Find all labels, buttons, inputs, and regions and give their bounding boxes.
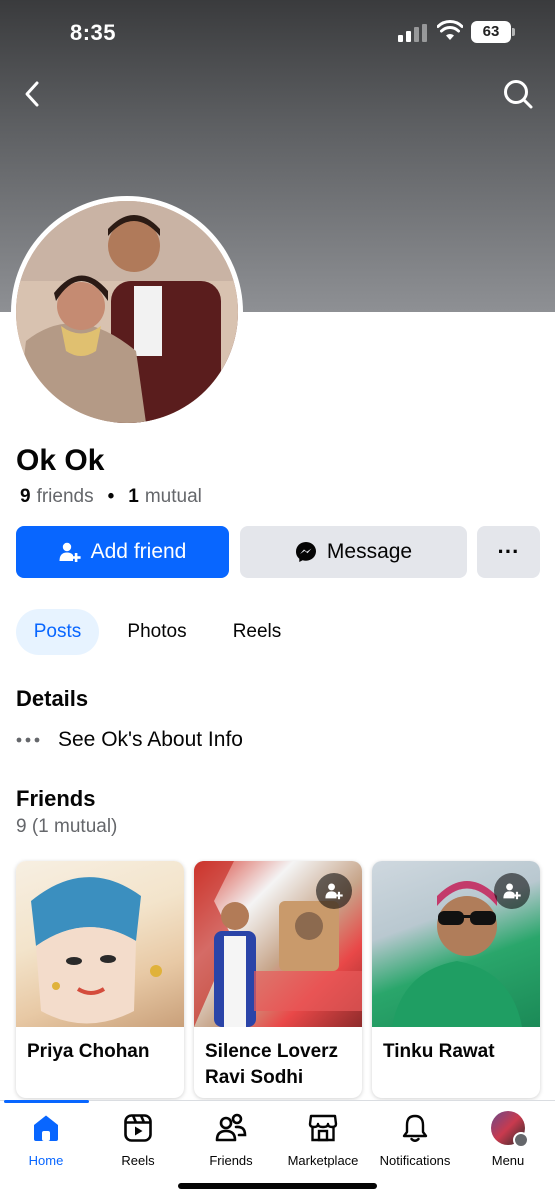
nav-home[interactable]: Home [0,1111,92,1168]
friend-photo [372,861,540,1027]
friend-card[interactable]: Priya Chohan [16,861,184,1098]
nav-reels-label: Reels [121,1153,155,1168]
friend-card[interactable]: Silence Loverz Ravi Sodhi [194,861,362,1098]
more-dots-icon [16,737,40,743]
friend-photo [194,861,362,1027]
nav-marketplace[interactable]: Marketplace [277,1111,369,1168]
friend-photo [16,861,184,1027]
mutual-label: mutual [144,486,202,507]
tab-reels[interactable]: Reels [217,609,297,655]
friends-label: friends [36,486,94,507]
add-friend-overlay-button[interactable] [316,873,352,909]
search-button[interactable] [500,76,536,112]
friend-card[interactable]: Tinku Rawat [372,861,540,1098]
profile-photo [16,201,238,423]
marketplace-icon [308,1114,338,1142]
back-button[interactable] [14,76,50,112]
tab-posts[interactable]: Posts [16,609,99,655]
nav-home-label: Home [28,1153,64,1168]
profile-avatar[interactable] [11,196,243,428]
friends-count: 9 [20,486,31,507]
battery-indicator: 63 [471,21,515,43]
friends-icon [215,1113,247,1142]
friend-counts[interactable]: 9 friends • 1 mutual [20,486,202,508]
menu-avatar-icon [491,1111,529,1148]
more-icon: ··· [497,539,520,564]
nav-menu-label: Menu [491,1153,525,1168]
home-indicator [178,1183,377,1189]
add-friend-button[interactable]: Add friend [16,526,229,578]
friend-name: Priya Chohan [27,1041,150,1062]
wifi-icon [437,20,463,40]
mutual-count: 1 [128,486,139,507]
separator-dot: • [107,486,115,507]
nav-notifications[interactable]: Notifications [369,1111,461,1168]
friends-heading: Friends [16,786,96,811]
active-tab-indicator [4,1100,89,1103]
nav-marketplace-label: Marketplace [287,1153,359,1168]
about-info-link[interactable]: See Ok's About Info [16,728,243,752]
nav-friends[interactable]: Friends [185,1111,277,1168]
reels-icon [124,1114,152,1142]
add-person-icon [325,883,343,900]
home-icon [34,1115,58,1141]
add-friend-overlay-button[interactable] [494,873,530,909]
message-button[interactable]: Message [240,526,467,578]
friends-count-summary: 9 (1 mutual) [16,816,118,837]
friend-name: Tinku Rawat [383,1041,495,1062]
nav-reels[interactable]: Reels [92,1111,184,1168]
menu-lines-icon [513,1132,529,1148]
status-time: 8:35 [70,20,117,45]
nav-menu[interactable]: Menu [462,1111,554,1168]
status-bar: 8:35 63 [0,0,555,66]
cellular-signal-icon [398,24,428,42]
chevron-left-icon [25,81,39,107]
add-person-icon [59,542,81,562]
profile-name: Ok Ok [16,444,105,477]
nav-friends-label: Friends [209,1153,253,1168]
friend-name: Silence Loverz Ravi Sodhi [205,1041,339,1088]
add-friend-label: Add friend [90,540,187,563]
nav-notifications-label: Notifications [379,1153,451,1168]
search-icon [504,80,533,109]
more-options-button[interactable]: ··· [477,526,540,578]
add-person-icon [503,883,521,900]
details-heading: Details [16,686,89,711]
bell-icon [402,1114,428,1142]
messenger-icon [295,542,316,562]
tab-photos[interactable]: Photos [110,609,204,655]
about-info-label: See Ok's About Info [58,728,243,751]
message-label: Message [326,540,413,563]
